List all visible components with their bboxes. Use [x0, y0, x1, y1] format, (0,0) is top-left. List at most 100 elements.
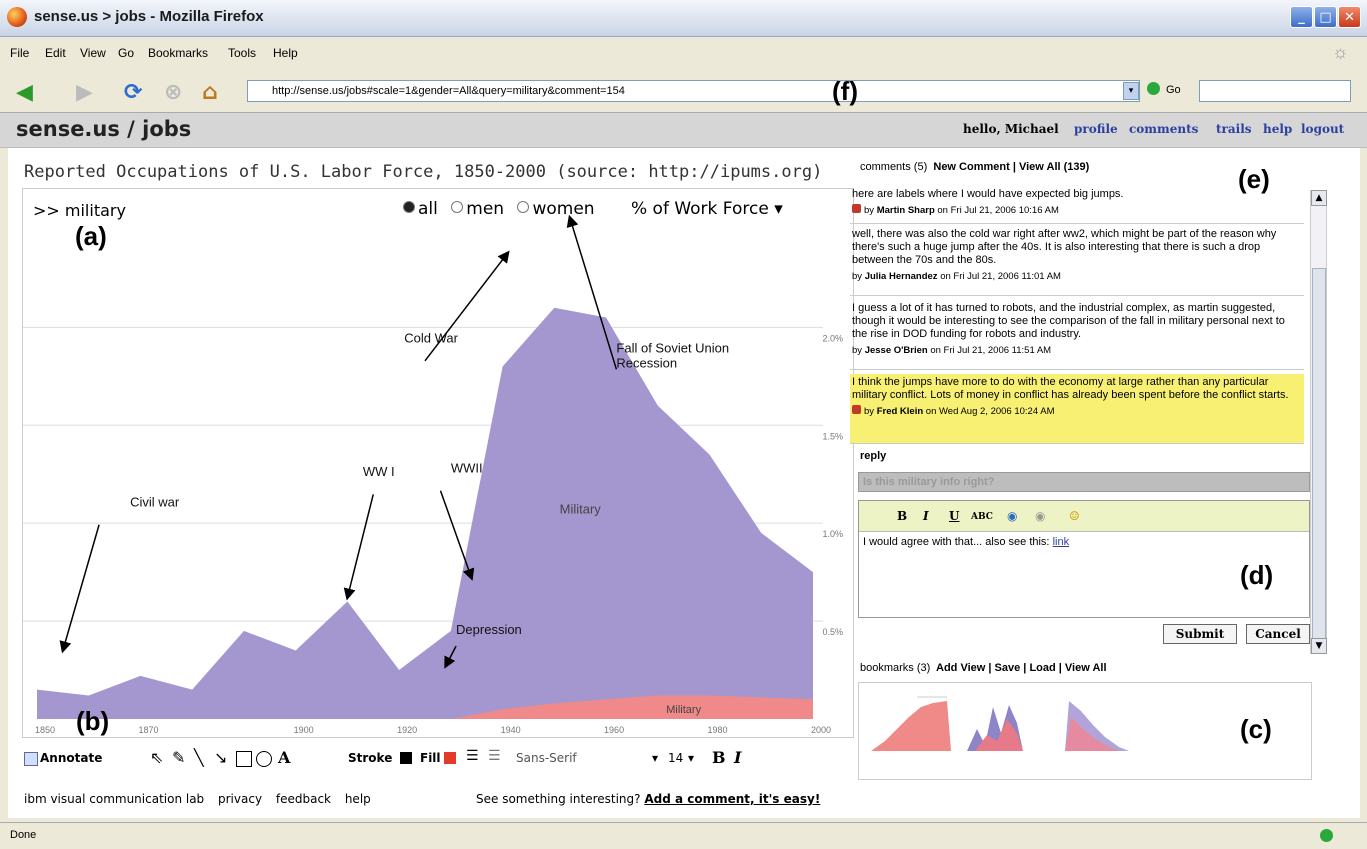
bookmark-thumb-3: [1065, 701, 1129, 751]
comment-author[interactable]: Julia Hernandez: [865, 271, 938, 282]
stroke-color-swatch[interactable]: [400, 752, 412, 764]
comment-author[interactable]: Jesse O'Brien: [865, 345, 928, 356]
editor-unlink-icon[interactable]: ◉: [1035, 509, 1045, 523]
comment-item[interactable]: here are labels where I would have expec…: [850, 186, 1304, 224]
scroll-up-icon[interactable]: ▲: [1311, 190, 1327, 206]
stop-icon[interactable]: ⊗: [164, 80, 182, 105]
new-comment-link[interactable]: New Comment: [933, 161, 1009, 173]
x-tick-label: 1920: [397, 725, 417, 735]
reload-icon[interactable]: ⟳: [124, 80, 142, 105]
editor-link[interactable]: link: [1053, 536, 1070, 548]
app-header: sense.us / jobs hello, Michael profile c…: [0, 112, 1367, 148]
editor-underline-icon[interactable]: U: [949, 509, 959, 523]
bookmark-thumbnails[interactable]: [867, 689, 1167, 769]
reply-link[interactable]: reply: [860, 450, 886, 462]
editor-emoticon-icon[interactable]: ☺: [1069, 509, 1080, 523]
font-family-select[interactable]: Sans-Serif: [516, 751, 577, 765]
close-button[interactable]: ✕: [1338, 6, 1361, 28]
bold-button[interactable]: B: [712, 748, 726, 767]
save-link[interactable]: Save: [995, 662, 1021, 674]
scrollbar-thumb[interactable]: [1312, 268, 1326, 640]
bookmarks-header: bookmarks (3) Add View | Save | Load | V…: [860, 662, 1107, 674]
link-help[interactable]: help: [1263, 122, 1292, 136]
menu-tools[interactable]: Tools: [228, 46, 256, 60]
link-logout[interactable]: logout: [1301, 122, 1344, 136]
chart-panel: >> military (a) all men women % of Work …: [22, 188, 854, 738]
ellipse-tool-icon[interactable]: [256, 751, 272, 767]
editor-bold-icon[interactable]: B: [897, 509, 907, 523]
search-input[interactable]: [1199, 80, 1351, 102]
comment-author[interactable]: Fred Klein: [877, 406, 923, 417]
editor-italic-icon[interactable]: I: [923, 509, 929, 523]
area-chart[interactable]: Military Military 0.5% 1.0% 1.5% 2.0% 1850 1870…: [23, 189, 853, 737]
pen-tool-icon[interactable]: ✎: [172, 748, 185, 767]
link-trails[interactable]: trails: [1216, 122, 1252, 136]
view-all-comments-link[interactable]: View All (139): [1019, 161, 1089, 173]
load-link[interactable]: Load: [1029, 662, 1055, 674]
pointer-tool-icon[interactable]: ⇖: [150, 748, 163, 767]
line-weight-icon[interactable]: ☰: [466, 748, 479, 764]
comments-header: comments (5) New Comment | View All (139…: [860, 161, 1090, 173]
font-size-down-icon[interactable]: ▾: [652, 751, 658, 765]
rect-tool-icon[interactable]: [236, 751, 252, 767]
footer-link-privacy[interactable]: privacy: [218, 792, 262, 806]
series-label-military: Military: [560, 501, 602, 516]
annotation-label: Fall of Soviet Union: [616, 340, 729, 355]
comment-subject-input[interactable]: Is this military info right?: [858, 472, 1310, 492]
editor-spellcheck-icon[interactable]: ABC: [971, 512, 993, 522]
menu-view[interactable]: View: [80, 46, 106, 60]
menu-file[interactable]: File: [10, 46, 29, 60]
menu-bookmarks[interactable]: Bookmarks: [148, 46, 208, 60]
x-tick-label: 1900: [294, 725, 314, 735]
line-tool-icon[interactable]: ╲: [194, 748, 204, 767]
fill-color-swatch[interactable]: [444, 752, 456, 764]
view-all-bookmarks-link[interactable]: View All: [1065, 662, 1107, 674]
maximize-button[interactable]: □: [1314, 6, 1337, 28]
menu-go[interactable]: Go: [118, 46, 134, 60]
url-input[interactable]: http://sense.us/jobs#scale=1&gender=All&…: [247, 80, 1140, 102]
add-view-link[interactable]: Add View: [936, 662, 985, 674]
minimize-button[interactable]: _: [1290, 6, 1313, 28]
comments-count: comments (5): [860, 161, 928, 173]
figure-label-d: (d): [1240, 560, 1274, 590]
stroke-label: Stroke: [348, 751, 393, 765]
font-size-up-icon[interactable]: ▾: [688, 751, 694, 765]
comment-item[interactable]: I guess a lot of it has turned to robots…: [850, 300, 1304, 370]
add-comment-link[interactable]: Add a comment, it's easy!: [644, 792, 820, 806]
editor-body[interactable]: I would agree with that... also see this…: [859, 532, 1309, 552]
menu-edit[interactable]: Edit: [45, 46, 66, 60]
status-text: Done: [10, 829, 37, 841]
bookmark-thumb-1: [871, 696, 951, 751]
editor-link-icon[interactable]: ◉: [1007, 509, 1017, 523]
footer-link-feedback[interactable]: feedback: [276, 792, 331, 806]
menu-help[interactable]: Help: [273, 46, 298, 60]
footer-link-lab[interactable]: ibm visual communication lab: [24, 792, 204, 806]
scroll-down-icon[interactable]: ▼: [1311, 638, 1327, 654]
italic-button[interactable]: I: [734, 748, 741, 767]
back-icon[interactable]: ◀: [16, 80, 33, 105]
text-tool-icon[interactable]: A: [278, 748, 290, 767]
comment-text: I guess a lot of it has turned to robots…: [852, 302, 1285, 340]
link-comments[interactable]: comments: [1129, 122, 1198, 136]
font-size-value[interactable]: 14: [668, 751, 683, 765]
title-bar: sense.us > jobs - Mozilla Firefox _ □ ✕: [0, 0, 1367, 37]
forward-icon[interactable]: ▶: [76, 80, 93, 105]
cancel-button[interactable]: Cancel: [1246, 624, 1310, 644]
comment-item[interactable]: well, there was also the cold war right …: [850, 226, 1304, 296]
comment-editor[interactable]: B I U ABC ◉ ◉ ☺ I would agree with that.…: [858, 500, 1310, 618]
arrow-tool-icon[interactable]: ↘: [214, 748, 227, 767]
home-icon[interactable]: ⌂: [202, 80, 218, 105]
comment-date: on Fri Jul 21, 2006 11:51 AM: [930, 345, 1052, 356]
x-tick-label: 1870: [138, 725, 158, 735]
comment-author[interactable]: Martin Sharp: [877, 205, 935, 216]
go-icon[interactable]: [1147, 82, 1160, 95]
go-button[interactable]: Go: [1166, 84, 1181, 96]
annotation-label: Recession: [616, 355, 677, 370]
url-dropdown-icon[interactable]: ▾: [1123, 82, 1139, 100]
line-style-icon[interactable]: ☰: [488, 748, 501, 764]
submit-button[interactable]: Submit: [1163, 624, 1237, 644]
footer-link-help[interactable]: help: [345, 792, 371, 806]
link-profile[interactable]: profile: [1074, 122, 1118, 136]
annotate-checkbox[interactable]: [24, 752, 38, 766]
comment-item-selected[interactable]: I think the jumps have more to do with t…: [850, 374, 1304, 444]
